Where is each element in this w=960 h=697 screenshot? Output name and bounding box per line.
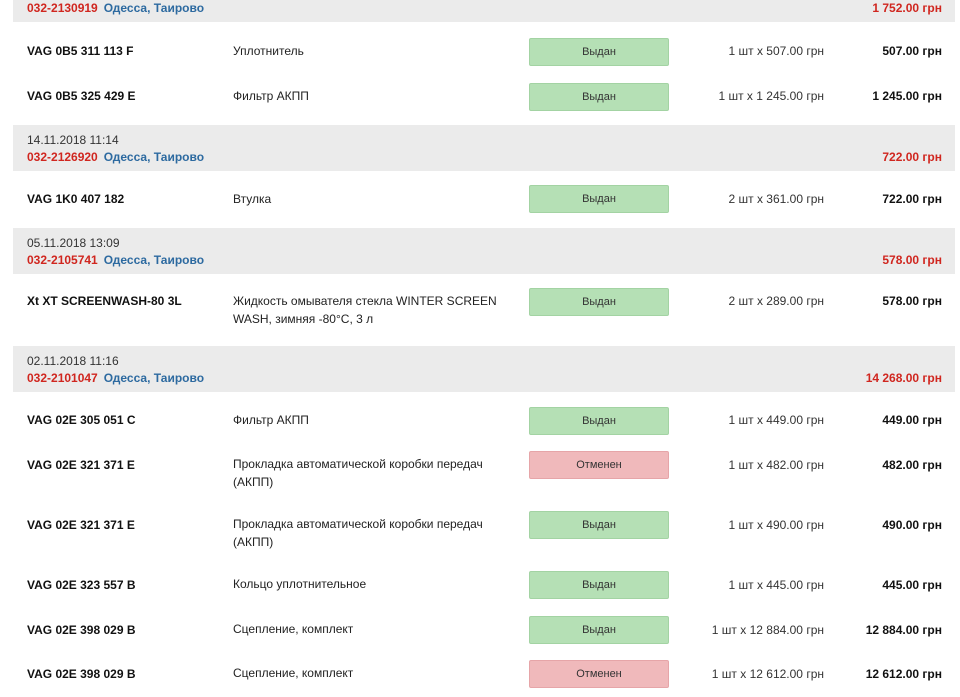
item-sum: 12 612.00 грн [865, 667, 942, 681]
order-item-row: VAG 02E 398 029 B Сцепление, комплект От… [13, 656, 955, 697]
order-city: Одесса, Таирово [103, 371, 205, 385]
item-qty-price: 2 шт x 361.00 грн [728, 192, 824, 206]
item-name: Уплотнитель [233, 44, 304, 58]
order-header: 02.11.2018 11:16 032-2101047 Одесса, Таир… [13, 346, 955, 392]
item-sum: 1 245.00 грн [872, 89, 942, 103]
order-date: 14.11.2018 11:14 [27, 133, 119, 147]
order-id-link[interactable]: 032-2126920 [27, 150, 98, 164]
item-qty-price: 1 шт x 507.00 грн [728, 44, 824, 58]
item-code[interactable]: VAG 02E 305 051 C [27, 413, 136, 427]
status-badge: Выдан [529, 288, 669, 316]
item-sum: 449.00 грн [882, 413, 942, 427]
item-code[interactable]: VAG 02E 398 029 B [27, 623, 136, 637]
item-sum: 507.00 грн [882, 44, 942, 58]
item-code[interactable]: VAG 02E 323 557 B [27, 578, 136, 592]
item-name: Сцепление, комплект [233, 622, 354, 636]
order-header: 032-2130919 Одесса, Таирово 1 752.00 грн [13, 0, 955, 22]
item-name: Прокладка автоматической коробки передач… [233, 457, 483, 489]
item-name: Сцепление, комплект [233, 666, 354, 680]
item-name: Жидкость омывателя стекла WINTER SCREEN … [233, 294, 497, 326]
item-name: Втулка [233, 192, 272, 206]
order-item-row: VAG 02E 323 557 B Кольцо уплотнительное … [13, 566, 955, 611]
order-id-link[interactable]: 032-2105741 [27, 253, 98, 267]
order-item-row: VAG 0B5 311 113 F Уплотнитель Выдан 1 шт… [13, 22, 955, 67]
status-badge: Выдан [529, 185, 669, 213]
item-code[interactable]: VAG 0B5 311 113 F [27, 44, 134, 58]
order-total: 578.00 грн [882, 253, 942, 267]
status-badge: Выдан [529, 38, 669, 66]
order-meta: 032-2101047 Одесса, Таирово [27, 371, 204, 385]
order-date: 02.11.2018 11:16 [27, 354, 119, 368]
order-total: 1 752.00 грн [872, 1, 942, 15]
order-total: 722.00 грн [882, 150, 942, 164]
item-qty-price: 1 шт x 12 612.00 грн [711, 667, 824, 681]
order-item-row: Xt XT SCREENWASH-80 3L Жидкость омывател… [13, 274, 955, 346]
order-item-row: VAG 02E 398 029 B Сцепление, комплект Вы… [13, 611, 955, 656]
order-meta: 032-2130919 Одесса, Таирово [27, 1, 204, 15]
order-city: Одесса, Таирово [103, 150, 205, 164]
order-id-link[interactable]: 032-2101047 [27, 371, 98, 385]
order-item-row: VAG 02E 305 051 C Фильтр АКПП Выдан 1 шт… [13, 392, 955, 446]
order-item-row: VAG 0B5 325 429 E Фильтр АКПП Выдан 1 шт… [13, 67, 955, 125]
item-qty-price: 1 шт x 482.00 грн [728, 458, 824, 472]
item-sum: 482.00 грн [882, 458, 942, 472]
order-header: 05.11.2018 13:09 032-2105741 Одесса, Таир… [13, 228, 955, 274]
item-sum: 578.00 грн [882, 294, 942, 308]
status-badge: Отменен [529, 451, 669, 479]
status-badge: Выдан [529, 616, 669, 644]
order-header: 14.11.2018 11:14 032-2126920 Одесса, Таир… [13, 125, 955, 171]
status-badge: Выдан [529, 571, 669, 599]
item-qty-price: 1 шт x 1 245.00 грн [718, 89, 824, 103]
item-sum: 722.00 грн [882, 192, 942, 206]
item-code[interactable]: VAG 02E 398 029 B [27, 667, 136, 681]
item-code[interactable]: VAG 02E 321 371 E [27, 458, 135, 472]
status-badge: Выдан [529, 83, 669, 111]
order-meta: 032-2105741 Одесса, Таирово [27, 253, 204, 267]
status-badge: Выдан [529, 511, 669, 539]
item-name: Прокладка автоматической коробки передач… [233, 517, 483, 549]
item-code[interactable]: VAG 0B5 325 429 E [27, 89, 136, 103]
item-qty-price: 2 шт x 289.00 грн [728, 294, 824, 308]
order-item-row: VAG 02E 321 371 E Прокладка автоматическ… [13, 506, 955, 566]
status-badge: Выдан [529, 407, 669, 435]
item-qty-price: 1 шт x 449.00 грн [728, 413, 824, 427]
item-sum: 12 884.00 грн [865, 623, 942, 637]
order-total: 14 268.00 грн [865, 371, 942, 385]
order-item-row: VAG 02E 321 371 E Прокладка автоматическ… [13, 446, 955, 506]
item-qty-price: 1 шт x 445.00 грн [728, 578, 824, 592]
item-sum: 490.00 грн [882, 518, 942, 532]
order-meta: 032-2126920 Одесса, Таирово [27, 150, 204, 164]
order-id-link[interactable]: 032-2130919 [27, 1, 98, 15]
item-sum: 445.00 грн [882, 578, 942, 592]
item-qty-price: 1 шт x 490.00 грн [728, 518, 824, 532]
item-name: Кольцо уплотнительное [233, 577, 367, 591]
order-date: 05.11.2018 13:09 [27, 236, 120, 250]
item-code[interactable]: VAG 1K0 407 182 [27, 192, 124, 206]
item-name: Фильтр АКПП [233, 89, 309, 103]
item-code[interactable]: VAG 02E 321 371 E [27, 518, 135, 532]
item-name: Фильтр АКПП [233, 413, 309, 427]
order-item-row: VAG 1K0 407 182 Втулка Выдан 2 шт x 361.… [13, 171, 955, 228]
item-code[interactable]: Xt XT SCREENWASH-80 3L [27, 294, 182, 308]
status-badge: Отменен [529, 660, 669, 688]
order-city: Одесса, Таирово [103, 253, 205, 267]
order-city: Одесса, Таирово [103, 1, 205, 15]
item-qty-price: 1 шт x 12 884.00 грн [711, 623, 824, 637]
